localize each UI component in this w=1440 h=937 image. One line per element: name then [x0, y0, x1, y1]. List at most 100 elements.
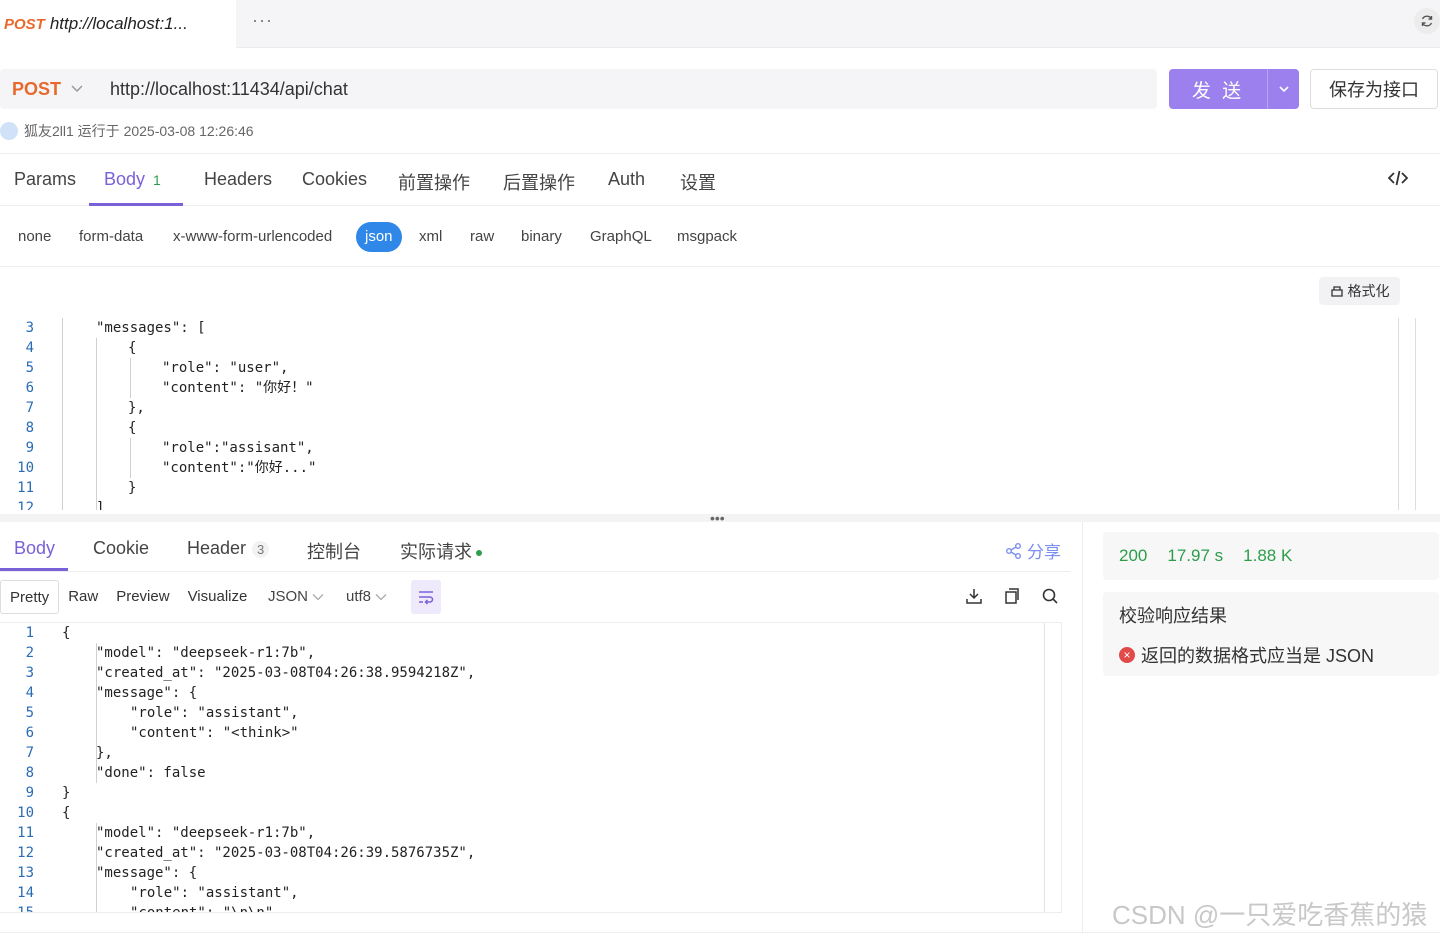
response-summary-panel: 200 17.97 s 1.88 K 校验响应结果 × 返回的数据格式应当是 J… — [1082, 522, 1440, 932]
body-type-graphql[interactable]: GraphQL — [590, 228, 652, 245]
run-info: 狐友2ll1 运行于 2025-03-08 12:26:46 — [0, 120, 254, 142]
body-type-binary[interactable]: binary — [521, 228, 562, 245]
watermark: CSDN @一只爱吃香蕉的猿 — [1112, 900, 1428, 930]
resp-tab-header[interactable]: Header 3 — [187, 538, 270, 559]
doc-tab-url: http://localhost:1... — [49, 14, 188, 33]
code-icon[interactable] — [1387, 170, 1409, 191]
share-icon — [1006, 542, 1021, 559]
code-line: 12] — [17, 500, 105, 510]
body-type-xml[interactable]: xml — [419, 228, 442, 245]
view-pretty[interactable]: Pretty — [0, 580, 60, 614]
code-line: 4 "message": { — [25, 685, 198, 701]
send-button-group: 发 送 — [1169, 69, 1299, 109]
status-code: 200 — [1119, 546, 1148, 565]
request-tabs: Params Body 1 Headers Cookies 前置操作 后置操作 A… — [0, 153, 1440, 206]
code-line: 3 "messages": [ — [25, 320, 206, 336]
share-button[interactable]: 分享 — [1005, 538, 1061, 563]
validation-box: 校验响应结果 × 返回的数据格式应当是 JSON — [1103, 592, 1439, 676]
code-line: 10 "content":"你好..." — [17, 460, 317, 476]
code-line: 8 "done": false — [25, 765, 206, 781]
method-select[interactable]: POST — [12, 79, 70, 100]
refresh-icon[interactable] — [1414, 8, 1440, 34]
code-line: 1{ — [25, 625, 71, 641]
body-type-msgpack[interactable]: msgpack — [677, 228, 737, 245]
code-line: 9} — [25, 785, 71, 801]
response-format-select[interactable]: JSON — [268, 588, 324, 605]
view-visualize[interactable]: Visualize — [179, 580, 257, 614]
save-as-api-button[interactable]: 保存为接口 — [1310, 69, 1438, 109]
search-icon[interactable] — [1041, 587, 1059, 610]
error-icon: × — [1119, 647, 1135, 663]
code-line: 3 "created_at": "2025-03-08T04:26:38.9594… — [25, 665, 476, 681]
encoding-select[interactable]: utf8 — [346, 588, 387, 605]
doc-tab-active[interactable]: POST http://localhost:1... — [0, 0, 236, 48]
url-bar: POST http://localhost:11434/api/chat — [0, 69, 1157, 109]
tab-params[interactable]: Params — [14, 169, 76, 190]
resp-tab-console[interactable]: 控制台 — [307, 538, 361, 564]
code-line: 9 "role":"assisant", — [25, 440, 314, 456]
tab-headers[interactable]: Headers — [204, 169, 272, 190]
download-icon[interactable] — [965, 587, 983, 610]
code-line: 14 "role": "assistant", — [17, 885, 299, 901]
body-type-urlencoded[interactable]: x-www-form-urlencoded — [173, 228, 332, 245]
body-type-form-data[interactable]: form-data — [79, 228, 143, 245]
code-line: 7}, — [25, 745, 113, 761]
status-dot — [476, 550, 482, 557]
tab-settings[interactable]: 设置 — [680, 169, 716, 195]
validation-error-text: 返回的数据格式应当是 JSON — [1141, 646, 1375, 666]
tab-cookies[interactable]: Cookies — [302, 169, 367, 190]
code-line: 2 "model": "deepseek-r1:7b", — [25, 645, 316, 661]
response-time: 17.97 s — [1167, 546, 1224, 565]
code-line: 15 "content": "\n\n", — [17, 905, 282, 913]
chevron-down-icon[interactable] — [70, 84, 84, 94]
body-type-json[interactable]: json — [356, 222, 402, 252]
send-dropdown-icon[interactable] — [1268, 69, 1299, 109]
more-tabs-icon[interactable]: ··· — [252, 10, 273, 31]
format-button[interactable]: 格式化 — [1319, 277, 1400, 305]
wrap-lines-icon — [419, 591, 434, 605]
response-body-viewer[interactable]: 1{ 2 "model": "deepseek-r1:7b", 3 "created… — [0, 622, 1062, 913]
code-line: 11 "model": "deepseek-r1:7b", — [17, 825, 316, 841]
header-count-badge: 3 — [252, 541, 270, 558]
avatar — [0, 122, 18, 140]
url-input[interactable]: http://localhost:11434/api/chat — [110, 79, 348, 100]
editor-scrollbar[interactable] — [1398, 318, 1416, 510]
send-button[interactable]: 发 送 — [1169, 69, 1268, 109]
view-preview[interactable]: Preview — [107, 580, 178, 614]
code-line: 6 "content": "你好！" — [25, 380, 314, 396]
body-type-none[interactable]: none — [18, 228, 51, 245]
tab-pre-processors[interactable]: 前置操作 — [398, 169, 470, 195]
divider — [0, 932, 1440, 933]
resp-tab-cookie[interactable]: Cookie — [93, 538, 149, 559]
code-line: 8{ — [25, 420, 137, 436]
tab-body[interactable]: Body 1 — [104, 169, 161, 190]
body-count-badge: 1 — [153, 172, 161, 188]
tab-post-processors[interactable]: 后置操作 — [503, 169, 575, 195]
response-tabs: Body Cookie Header 3 控制台 实际请求 分享 — [0, 522, 1070, 572]
body-type-raw[interactable]: raw — [470, 228, 494, 245]
response-stats: 200 17.97 s 1.88 K — [1103, 532, 1439, 580]
word-wrap-button[interactable] — [411, 580, 441, 614]
tab-bar: POST http://localhost:1... ··· — [0, 0, 1440, 48]
validation-error: × 返回的数据格式应当是 JSON — [1119, 642, 1374, 668]
code-line: 6 "content": "<think>" — [25, 725, 299, 741]
code-line: 12 "created_at": "2025-03-08T04:26:39.587… — [17, 845, 476, 861]
chevron-down-icon — [375, 593, 387, 600]
resp-tab-body[interactable]: Body — [14, 538, 55, 559]
code-line: 10{ — [17, 805, 71, 821]
view-mode-selector: Pretty Raw Preview Visualize — [0, 580, 256, 614]
view-raw[interactable]: Raw — [59, 580, 107, 614]
code-line: 11} — [17, 480, 137, 496]
validation-title: 校验响应结果 — [1119, 606, 1227, 626]
active-resp-tab-indicator — [0, 568, 68, 571]
code-line: 13 "message": { — [17, 865, 198, 881]
code-line: 7}, — [25, 400, 145, 416]
request-body-editor[interactable]: 3 "messages": [ 4{ 5 "role": "user", 6 "con… — [0, 318, 1418, 510]
tab-auth[interactable]: Auth — [608, 169, 645, 190]
code-line: 5 "role": "assistant", — [25, 705, 299, 721]
resp-tab-actual-request[interactable]: 实际请求 — [400, 538, 482, 564]
chevron-down-icon — [312, 593, 324, 600]
run-info-text: 狐友2ll1 运行于 2025-03-08 12:26:46 — [24, 123, 254, 139]
code-line: 5 "role": "user", — [25, 360, 289, 376]
copy-icon[interactable] — [1003, 587, 1021, 610]
